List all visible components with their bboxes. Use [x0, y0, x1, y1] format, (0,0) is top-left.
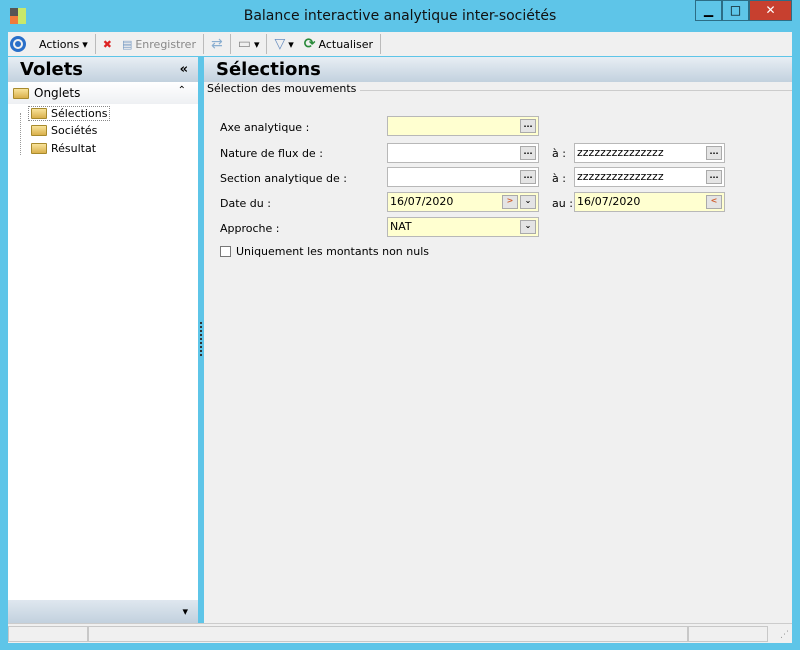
calendar-next-icon[interactable]: > — [502, 195, 518, 209]
nonzero-label: Uniquement les montants non nuls — [236, 245, 429, 258]
panel-title: Volets — [20, 59, 84, 80]
filter-button[interactable]: ▽ ▾ — [271, 33, 296, 55]
chevron-down-icon: ▾ — [82, 37, 88, 51]
axe-label: Axe analytique : — [220, 121, 310, 134]
sync-button[interactable]: ⇄ — [208, 33, 226, 55]
approche-select[interactable]: NAT ⌄ — [387, 217, 539, 237]
folder-icon — [13, 87, 29, 99]
separator — [202, 34, 204, 54]
panel-footer-menu[interactable]: ▾ — [8, 600, 198, 623]
save-icon: ▤ — [121, 37, 133, 51]
refresh-icon: ⟳ — [303, 36, 316, 52]
separator — [94, 34, 96, 54]
tree-item-selections[interactable]: Sélections — [28, 106, 111, 121]
refresh-button[interactable]: ⟳ Actualiser — [301, 33, 376, 55]
axe-analytique-input[interactable]: ... — [387, 116, 539, 136]
ellipsis-button[interactable]: ... — [520, 146, 536, 160]
group-header-onglets[interactable]: Onglets ⌃ — [8, 82, 198, 104]
minimize-button[interactable]: ▁ — [695, 0, 722, 21]
separator — [266, 34, 268, 54]
folder-icon — [31, 143, 47, 154]
nature-to-label: à : — [552, 147, 566, 160]
tree-item-resultat[interactable]: Résultat — [28, 142, 99, 155]
date-from-input[interactable]: 16/07/2020 > ⌄ — [387, 192, 539, 212]
folder-open-icon — [31, 108, 47, 119]
tree-item-societes[interactable]: Sociétés — [28, 124, 100, 137]
printer-icon: ▭ — [237, 36, 251, 52]
save-button[interactable]: ▤ Enregistrer — [119, 33, 199, 55]
actions-menu[interactable]: Actions ▾ — [36, 33, 91, 55]
main-header: Sélections — [204, 57, 792, 82]
date-to-label: au : — [552, 197, 573, 210]
chevron-down-icon: ▾ — [182, 605, 188, 618]
nonzero-checkbox-row[interactable]: Uniquement les montants non nuls — [220, 245, 429, 258]
status-bar: ⋰ — [8, 623, 792, 643]
ellipsis-button[interactable]: ... — [706, 170, 722, 184]
ellipsis-button[interactable]: ... — [520, 170, 536, 184]
section-label: Section analytique de : — [220, 172, 347, 185]
resize-grip-icon[interactable]: ⋰ — [780, 630, 789, 640]
filter-icon: ▽ — [274, 36, 286, 52]
tree-item-label: Sélections — [51, 107, 108, 120]
group-title: Sélection des mouvements — [207, 82, 361, 95]
nature-label: Nature de flux de : — [220, 147, 323, 160]
save-label: Enregistrer — [135, 37, 196, 51]
panel-header: Volets « — [8, 57, 198, 82]
status-cell — [88, 626, 688, 642]
field-value: NAT — [390, 220, 412, 233]
delete-button[interactable]: ✖ — [100, 33, 115, 55]
sync-icon: ⇄ — [210, 36, 223, 52]
tree-line — [20, 113, 21, 155]
field-value: 16/07/2020 — [577, 195, 641, 208]
close-button[interactable]: ✕ — [749, 0, 792, 21]
actions-label: Actions — [39, 37, 80, 51]
app-icon — [10, 8, 26, 24]
main-title: Sélections — [216, 59, 321, 80]
main-panel: Sélections Sélection des mouvements Axe … — [204, 57, 792, 623]
collapse-panel-button[interactable]: « — [180, 57, 188, 82]
double-chevron-down-icon[interactable]: ⌄ — [520, 220, 536, 234]
refresh-label: Actualiser — [318, 37, 374, 51]
collapse-group-icon[interactable]: ⌃ — [178, 85, 186, 96]
separator — [229, 34, 231, 54]
date-to-input[interactable]: 16/07/2020 < — [574, 192, 725, 212]
nature-from-input[interactable]: ... — [387, 143, 539, 163]
splitter-handle[interactable] — [200, 322, 202, 356]
group-label: Onglets — [34, 86, 81, 100]
section-to-input[interactable]: zzzzzzzzzzzzzzz... — [574, 167, 725, 187]
delete-icon: ✖ — [102, 37, 112, 51]
separator — [380, 34, 382, 54]
date-from-label: Date du : — [220, 197, 271, 210]
calendar-prev-icon[interactable]: < — [706, 195, 722, 209]
target-icon[interactable] — [10, 36, 26, 52]
window-title: Balance interactive analytique inter-soc… — [243, 8, 557, 24]
folder-icon — [31, 125, 47, 136]
tree-item-label: Sociétés — [51, 124, 98, 137]
section-from-input[interactable]: ... — [387, 167, 539, 187]
ellipsis-button[interactable]: ... — [520, 119, 536, 133]
print-button[interactable]: ▭ ▾ — [235, 33, 263, 55]
field-value: 16/07/2020 — [390, 195, 454, 208]
field-value: zzzzzzzzzzzzzzz — [577, 146, 664, 159]
status-cell — [688, 626, 768, 642]
ellipsis-button[interactable]: ... — [706, 146, 722, 160]
chevron-down-icon: ▾ — [288, 37, 294, 51]
status-cell — [8, 626, 88, 642]
group-divider — [304, 90, 792, 91]
field-value: zzzzzzzzzzzzzzz — [577, 170, 664, 183]
chevron-down-icon[interactable]: ⌄ — [520, 195, 536, 209]
maximize-button[interactable]: □ — [722, 0, 749, 21]
left-panel: Volets « Onglets ⌃ Sélections Sociétés Ré… — [8, 57, 198, 623]
nonzero-checkbox[interactable] — [220, 246, 231, 257]
tree-item-label: Résultat — [51, 142, 97, 155]
section-to-label: à : — [552, 172, 566, 185]
approche-label: Approche : — [220, 222, 280, 235]
toolbar: Actions ▾ ✖ ▤ Enregistrer ⇄ ▭ ▾ ▽ ▾ ⟳ Actuali… — [8, 32, 792, 56]
chevron-down-icon: ▾ — [253, 37, 260, 51]
nature-to-input[interactable]: zzzzzzzzzzzzzzz... — [574, 143, 725, 163]
